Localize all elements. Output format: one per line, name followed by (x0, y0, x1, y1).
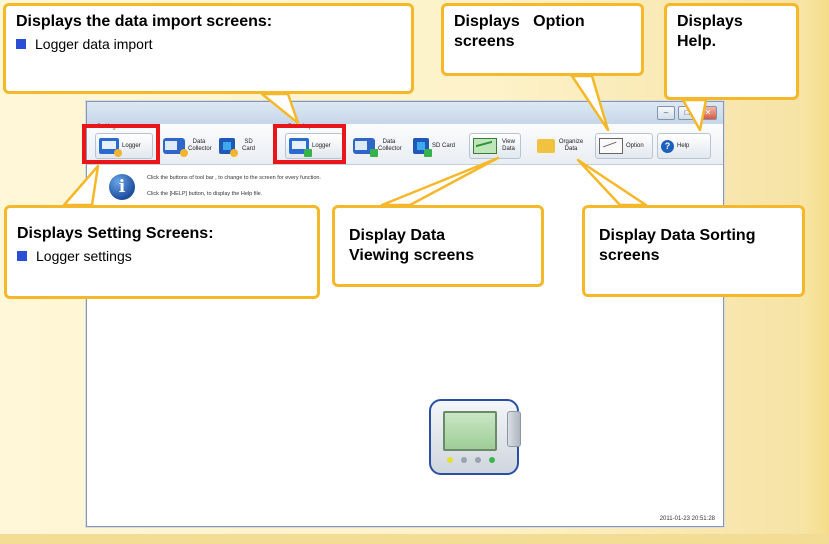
callout-title: Displays Setting Screens: (17, 225, 214, 242)
callout-bullet-item: Logger data import (16, 35, 401, 53)
callout-sub-text: Logger data import (35, 36, 153, 52)
callout-title: Display Data Sorting screens (599, 227, 756, 264)
callout-bullet-item: Logger settings (17, 247, 307, 265)
callout-option: Displays Option screens (441, 3, 644, 76)
callout-title: Displays Help. (677, 13, 743, 50)
callout-sorting: Display Data Sorting screens (582, 205, 805, 297)
callout-sub-text: Logger settings (36, 248, 132, 264)
bullet-icon (17, 251, 27, 261)
callout-data-import: Displays the data import screens: Logger… (3, 3, 414, 94)
callout-title: Displays the data import screens: (16, 13, 273, 30)
callout-title: Displays Option screens (454, 13, 590, 50)
callout-viewing: Display Data Viewing screens (332, 205, 544, 287)
bullet-icon (16, 39, 26, 49)
callout-setting: Displays Setting Screens: Logger setting… (4, 205, 320, 299)
callout-help: Displays Help. (664, 3, 799, 100)
callout-title: Display Data Viewing screens (349, 227, 475, 264)
